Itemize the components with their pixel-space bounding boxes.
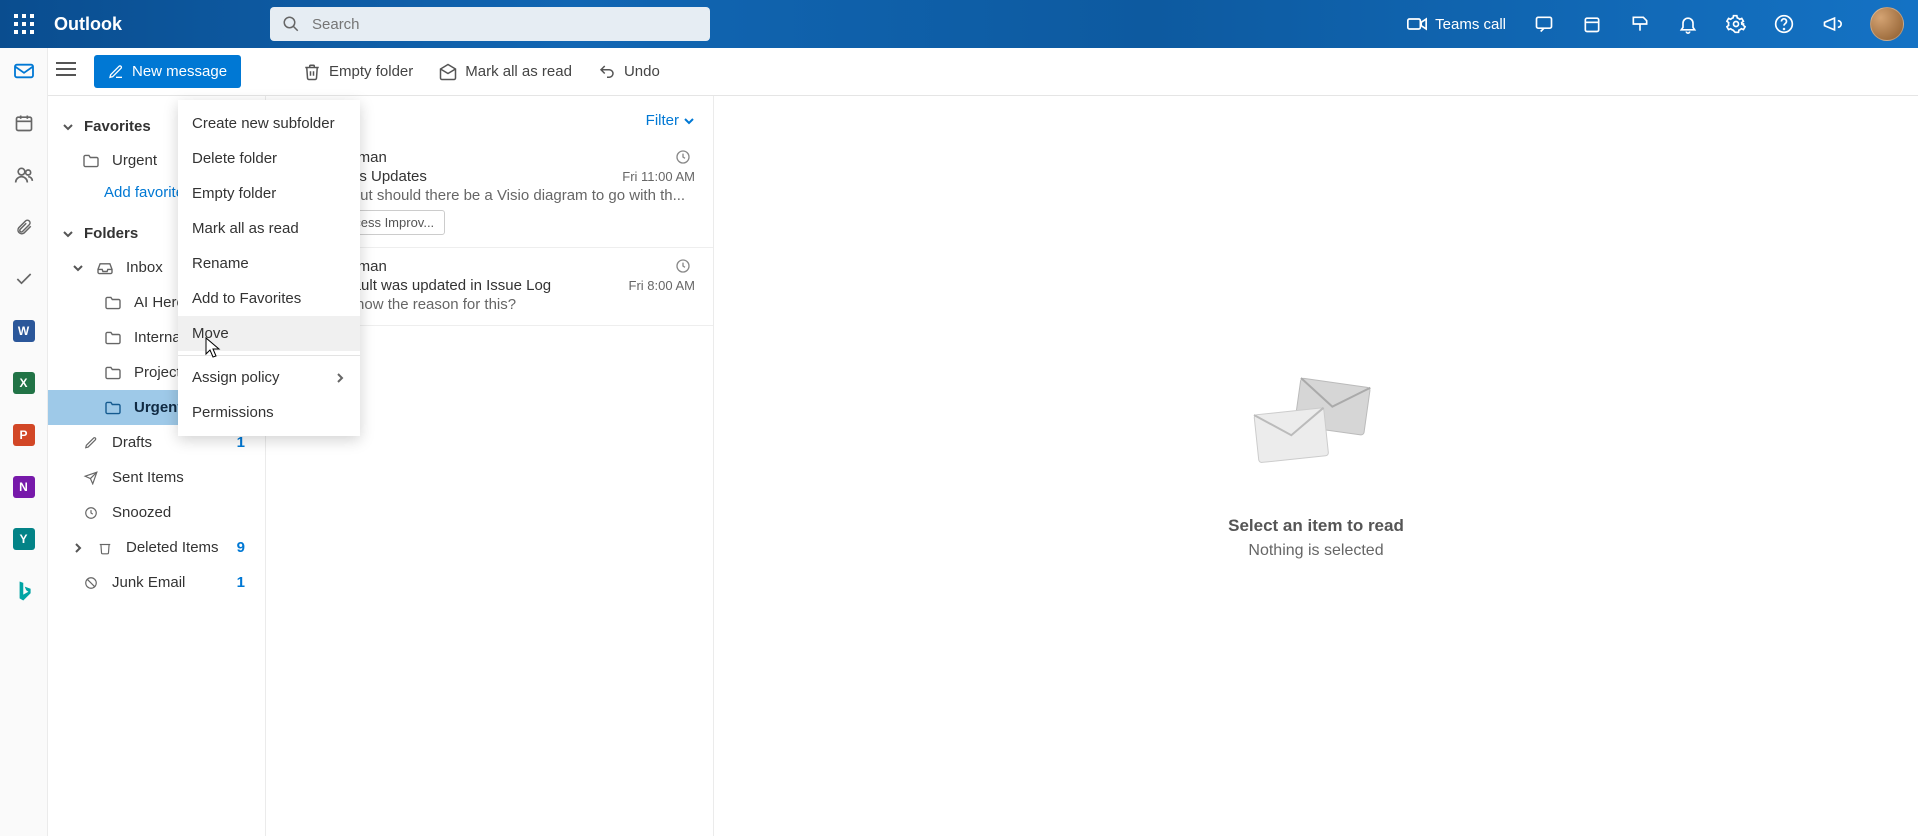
app-rail: W X P N Y bbox=[0, 48, 48, 836]
message-sender: herman bbox=[336, 258, 695, 275]
chevron-down-icon bbox=[683, 115, 695, 127]
compose-icon bbox=[108, 64, 124, 80]
folder-icon bbox=[82, 154, 100, 168]
junk-folder[interactable]: Junk Email 1 bbox=[48, 565, 265, 600]
search-icon bbox=[282, 15, 300, 33]
snooze-clock-icon bbox=[675, 258, 691, 279]
undo-icon bbox=[598, 63, 616, 81]
folder-context-menu: Create new subfolder Delete folder Empty… bbox=[178, 100, 360, 436]
ctx-assign-policy[interactable]: Assign policy bbox=[178, 360, 360, 395]
reading-pane-title: Select an item to read bbox=[1228, 516, 1404, 536]
chevron-down-icon bbox=[72, 262, 84, 274]
teams-call-button[interactable]: Teams call bbox=[1407, 16, 1506, 33]
ctx-add-favorites[interactable]: Add to Favorites bbox=[178, 281, 360, 316]
bing-tile[interactable] bbox=[13, 580, 35, 602]
ctx-move[interactable]: Move bbox=[178, 316, 360, 351]
search-box[interactable] bbox=[270, 7, 710, 41]
ribbon-icon[interactable] bbox=[1630, 14, 1650, 34]
menu-separator bbox=[178, 355, 360, 356]
word-tile[interactable]: W bbox=[13, 320, 35, 342]
chevron-down-icon bbox=[62, 228, 74, 240]
mail-icon[interactable] bbox=[13, 60, 35, 82]
block-icon bbox=[82, 576, 100, 590]
reading-pane: Select an item to read Nothing is select… bbox=[714, 96, 1918, 836]
ctx-rename[interactable]: Rename bbox=[178, 246, 360, 281]
send-icon bbox=[82, 471, 100, 485]
filter-button[interactable]: Filter bbox=[646, 112, 695, 129]
snoozed-folder[interactable]: Snoozed bbox=[48, 495, 265, 530]
snooze-clock-icon bbox=[675, 149, 691, 170]
ctx-delete-folder[interactable]: Delete folder bbox=[178, 141, 360, 176]
trash-icon bbox=[96, 541, 114, 555]
chevron-down-icon bbox=[62, 121, 74, 133]
command-bar: New message Empty folder Mark all as rea… bbox=[0, 48, 1918, 96]
ctx-empty-folder[interactable]: Empty folder bbox=[178, 176, 360, 211]
megaphone-icon[interactable] bbox=[1822, 14, 1842, 34]
folder-icon bbox=[104, 401, 122, 415]
top-header: Outlook Teams call bbox=[0, 0, 1918, 48]
folder-icon bbox=[104, 296, 122, 310]
brand-title: Outlook bbox=[54, 14, 122, 35]
message-preview: s, but should there be a Visio diagram t… bbox=[336, 187, 695, 204]
clock-icon bbox=[82, 506, 100, 520]
pencil-icon bbox=[82, 436, 100, 450]
yammer-tile[interactable]: Y bbox=[13, 528, 35, 550]
message-time: Fri 8:00 AM bbox=[629, 278, 695, 293]
gear-icon[interactable] bbox=[1726, 14, 1746, 34]
todo-icon[interactable] bbox=[13, 268, 35, 290]
message-time: Fri 11:00 AM bbox=[622, 169, 695, 184]
video-icon bbox=[1407, 16, 1427, 32]
day-icon[interactable] bbox=[1582, 14, 1602, 34]
excel-tile[interactable]: X bbox=[13, 372, 35, 394]
help-icon[interactable] bbox=[1774, 14, 1794, 34]
mark-all-read-button[interactable]: Mark all as read bbox=[435, 57, 576, 87]
inbox-icon bbox=[96, 261, 114, 275]
folder-icon bbox=[104, 331, 122, 345]
bell-icon[interactable] bbox=[1678, 14, 1698, 34]
chevron-right-icon bbox=[72, 542, 84, 554]
search-input[interactable] bbox=[312, 16, 698, 33]
reading-pane-subtitle: Nothing is selected bbox=[1248, 542, 1383, 560]
empty-illustration bbox=[1246, 373, 1386, 488]
message-sender: herman bbox=[336, 149, 695, 166]
avatar[interactable] bbox=[1870, 7, 1904, 41]
new-message-button[interactable]: New message bbox=[94, 55, 241, 88]
ctx-create-subfolder[interactable]: Create new subfolder bbox=[178, 106, 360, 141]
deleted-folder[interactable]: Deleted Items 9 bbox=[48, 530, 265, 565]
powerpoint-tile[interactable]: P bbox=[13, 424, 35, 446]
ctx-permissions[interactable]: Permissions bbox=[178, 395, 360, 430]
onenote-tile[interactable]: N bbox=[13, 476, 35, 498]
attach-icon[interactable] bbox=[13, 216, 35, 238]
ctx-mark-all-read[interactable]: Mark all as read bbox=[178, 211, 360, 246]
sent-folder[interactable]: Sent Items bbox=[48, 460, 265, 495]
people-icon[interactable] bbox=[13, 164, 35, 186]
chevron-right-icon bbox=[334, 372, 346, 384]
app-launcher-icon[interactable] bbox=[14, 14, 34, 34]
chat-icon[interactable] bbox=[1534, 14, 1554, 34]
mail-open-icon bbox=[439, 63, 457, 81]
empty-folder-button[interactable]: Empty folder bbox=[299, 57, 417, 87]
undo-button[interactable]: Undo bbox=[594, 57, 664, 87]
message-preview: u know the reason for this? bbox=[336, 296, 695, 313]
folder-icon bbox=[104, 366, 122, 380]
calendar-icon[interactable] bbox=[13, 112, 35, 134]
trash-icon bbox=[303, 63, 321, 81]
hamburger-icon[interactable] bbox=[56, 61, 76, 82]
